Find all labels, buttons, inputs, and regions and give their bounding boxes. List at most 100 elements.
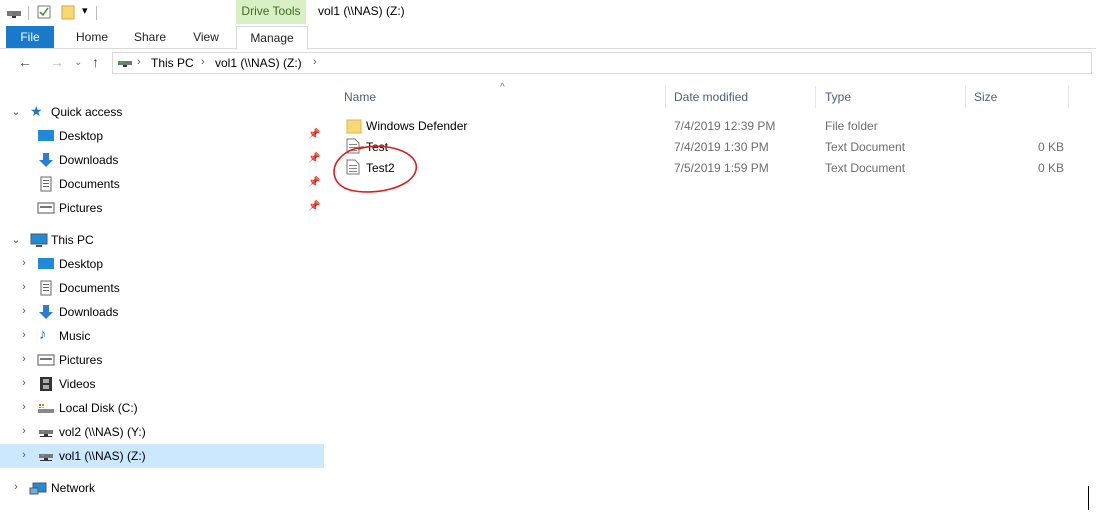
tab-manage[interactable]: Manage — [236, 26, 308, 50]
chevron-right-icon[interactable]: › — [18, 281, 30, 293]
column-header-size[interactable]: Size — [974, 90, 997, 104]
network-drive-icon — [39, 430, 53, 437]
file-name: Windows Defender — [366, 119, 468, 133]
nav-pc-documents[interactable]: › Documents — [0, 276, 324, 300]
ribbon-tabs: File Home Share View Manage — [0, 26, 1096, 50]
nav-quick-documents[interactable]: Documents 📌 — [0, 172, 324, 196]
network-icon — [29, 482, 47, 495]
chevron-right-icon[interactable]: › — [18, 377, 30, 389]
nav-item-label: Downloads — [59, 153, 119, 167]
nav-item-label: This PC — [51, 233, 94, 247]
desktop-icon — [38, 130, 54, 141]
nav-pc-downloads[interactable]: › Downloads — [0, 300, 324, 324]
chevron-down-icon[interactable]: ⌄ — [10, 105, 22, 118]
chevron-right-icon[interactable]: › — [10, 481, 22, 493]
file-date: 7/4/2019 12:39 PM — [674, 119, 776, 133]
file-row-test2[interactable]: Test2 7/5/2019 1:59 PM Text Document 0 K… — [340, 158, 1080, 179]
nav-quick-downloads[interactable]: Downloads 📌 — [0, 148, 324, 172]
file-type: Text Document — [825, 140, 906, 154]
local-disk-icon — [38, 404, 54, 413]
chevron-right-icon[interactable]: › — [18, 257, 30, 269]
star-icon: ★ — [30, 103, 43, 119]
chevron-right-icon[interactable]: › — [18, 449, 30, 461]
tab-share[interactable]: Share — [128, 26, 172, 48]
pictures-icon — [37, 202, 55, 214]
nav-network[interactable]: › Network — [0, 476, 324, 500]
column-divider[interactable] — [965, 86, 966, 108]
nav-quick-pictures[interactable]: Pictures 📌 — [0, 196, 324, 220]
forward-arrow-icon[interactable]: → — [50, 54, 64, 70]
window-title: vol1 (\\NAS) (Z:) — [318, 4, 405, 18]
file-date: 7/4/2019 1:30 PM — [674, 140, 769, 154]
folder-icon — [346, 119, 362, 134]
sort-ascending-icon: ^ — [500, 82, 505, 93]
nav-pc-vol2[interactable]: › vol2 (\\NAS) (Y:) — [0, 420, 324, 444]
chevron-right-icon[interactable]: › — [18, 401, 30, 413]
column-header-name[interactable]: Name — [344, 90, 376, 104]
breadcrumb-separator-icon[interactable]: › — [201, 56, 205, 68]
back-arrow-icon[interactable]: ← — [18, 54, 32, 70]
breadcrumb-separator-icon: › — [137, 56, 141, 68]
column-divider[interactable] — [815, 86, 816, 108]
chevron-right-icon[interactable]: › — [18, 329, 30, 341]
up-arrow-icon[interactable]: ↑ — [92, 54, 99, 70]
nav-item-label: Local Disk (C:) — [59, 401, 138, 415]
nav-item-label: Network — [51, 481, 96, 495]
documents-icon — [40, 280, 52, 296]
nav-pc-local-disk[interactable]: › Local Disk (C:) — [0, 396, 324, 420]
desktop-icon — [38, 258, 54, 269]
breadcrumb-vol1[interactable]: vol1 (\\NAS) (Z:) — [215, 56, 302, 70]
nav-item-label: vol2 (\\NAS) (Y:) — [59, 425, 146, 439]
nav-this-pc[interactable]: ⌄ This PC — [0, 228, 324, 252]
nav-item-label: Documents — [59, 281, 120, 295]
file-row-windows-defender[interactable]: Windows Defender 7/4/2019 12:39 PM File … — [340, 116, 1080, 137]
properties-icon[interactable] — [36, 4, 52, 20]
tab-view[interactable]: View — [184, 26, 228, 48]
file-row-test[interactable]: Test 7/4/2019 1:30 PM Text Document 0 KB — [340, 137, 1080, 158]
nav-pc-videos[interactable]: › Videos — [0, 372, 324, 396]
address-row: ← → ⌄ ↑ › This PC › vol1 (\\NAS) (Z:) › — [0, 50, 1096, 76]
nav-item-label: Pictures — [59, 201, 103, 215]
address-bar[interactable]: › This PC › vol1 (\\NAS) (Z:) › — [112, 52, 1092, 74]
chevron-right-icon[interactable]: › — [18, 305, 30, 317]
file-size: 0 KB — [1038, 161, 1065, 175]
nav-item-label: Quick access — [51, 105, 123, 119]
tab-home[interactable]: Home — [70, 26, 114, 48]
nav-quick-access[interactable]: ⌄ ★ Quick access — [0, 100, 324, 124]
customize-dropdown-icon[interactable]: ▾ — [82, 4, 88, 17]
column-header-date-modified[interactable]: Date modified — [674, 90, 748, 104]
recent-dropdown-icon[interactable]: ⌄ — [74, 57, 82, 68]
column-divider[interactable] — [1068, 86, 1069, 108]
column-header-type[interactable]: Type — [825, 90, 851, 104]
drive-icon[interactable] — [6, 4, 22, 20]
download-icon — [39, 153, 53, 167]
download-icon — [39, 305, 53, 319]
breadcrumb-separator-icon[interactable]: › — [313, 56, 317, 68]
annotation-circle — [333, 145, 417, 193]
tab-file[interactable]: File — [6, 26, 54, 48]
file-type: Text Document — [825, 161, 906, 175]
computer-icon — [30, 233, 48, 247]
new-folder-icon[interactable] — [60, 4, 76, 20]
title-bar: ▾ Drive Tools vol1 (\\NAS) (Z:) — [0, 0, 1096, 26]
nav-item-label: Desktop — [59, 129, 104, 143]
column-divider[interactable] — [665, 86, 666, 108]
qat-divider — [96, 6, 97, 20]
chevron-right-icon[interactable]: › — [18, 425, 30, 437]
column-header-row: ^ Name Date modified Type Size — [334, 82, 1074, 110]
chevron-right-icon[interactable]: › — [18, 353, 30, 365]
qat-divider — [28, 6, 29, 20]
nav-pc-music[interactable]: › ♪ Music — [0, 324, 324, 348]
nav-pc-pictures[interactable]: › Pictures — [0, 348, 324, 372]
breadcrumb-this-pc[interactable]: This PC — [151, 56, 194, 70]
text-cursor — [1088, 486, 1089, 510]
nav-item-label: vol1 (\\NAS) (Z:) — [59, 449, 146, 463]
nav-pc-vol1[interactable]: › vol1 (\\NAS) (Z:) — [0, 444, 324, 468]
nav-item-label: Pictures — [59, 353, 103, 367]
nav-quick-desktop[interactable]: Desktop 📌 — [0, 124, 324, 148]
nav-pc-desktop[interactable]: › Desktop — [0, 252, 324, 276]
chevron-down-icon[interactable]: ⌄ — [10, 233, 22, 246]
file-size: 0 KB — [1038, 140, 1065, 154]
documents-icon — [40, 176, 52, 192]
music-icon: ♪ — [39, 326, 47, 343]
